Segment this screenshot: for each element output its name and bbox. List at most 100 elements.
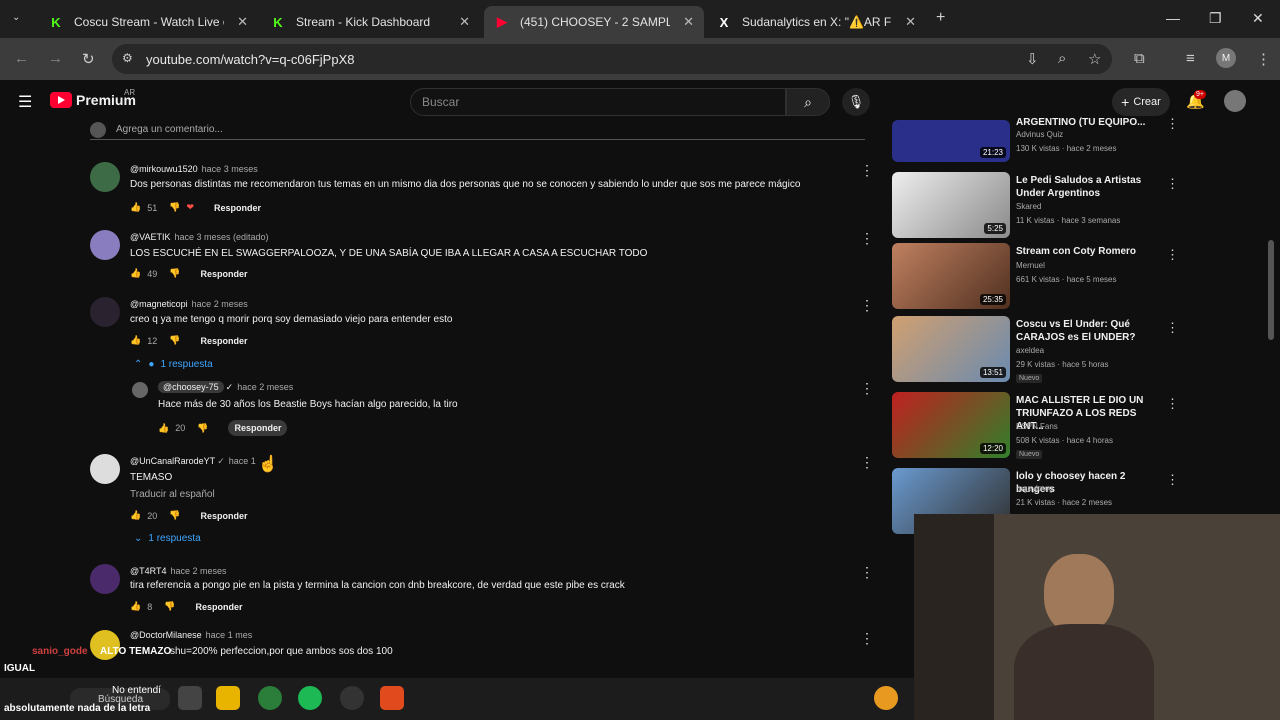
youtube-logo[interactable]: Premium AR	[50, 88, 136, 108]
video-channel[interactable]: Mernuel	[1016, 261, 1045, 270]
video-title[interactable]: Stream con Coty Romero	[1016, 245, 1156, 258]
close-icon[interactable]: ✕	[237, 14, 248, 30]
video-card[interactable]: 25:35 Stream con Coty Romero Mernuel 661…	[892, 243, 1182, 311]
close-icon[interactable]: ✕	[683, 14, 694, 30]
avatar[interactable]	[90, 454, 120, 484]
dislike-icon[interactable]: 👎	[169, 510, 180, 521]
like-icon[interactable]: 👍	[130, 601, 141, 612]
like-icon[interactable]: 👍	[158, 423, 169, 434]
video-title[interactable]: Coscu vs El Under: Qué CARAJOS es El UND…	[1016, 318, 1156, 344]
create-button[interactable]: + Crear	[1112, 88, 1170, 116]
video-thumbnail[interactable]: 21:23	[892, 120, 1010, 162]
more-icon[interactable]: ⋮	[1166, 176, 1179, 192]
profile-avatar[interactable]: M	[1216, 48, 1236, 68]
dislike-icon[interactable]: 👎	[164, 601, 175, 612]
more-icon[interactable]: ⋮	[860, 454, 874, 471]
account-avatar[interactable]	[1224, 90, 1246, 112]
more-icon[interactable]: ⋮	[1166, 396, 1179, 412]
avatar[interactable]	[90, 564, 120, 594]
avatar[interactable]	[90, 162, 120, 192]
bookmark-star-icon[interactable]: ☆	[1088, 50, 1101, 68]
dislike-icon[interactable]: 👎	[169, 335, 180, 346]
comment-time[interactable]: hace 2 meses	[237, 382, 293, 392]
comment-time[interactable]: hace 1	[229, 456, 256, 466]
video-card[interactable]: 13:51 Coscu vs El Under: Qué CARAJOS es …	[892, 316, 1182, 384]
media-icon[interactable]: ≡	[1186, 50, 1195, 67]
avatar[interactable]	[90, 297, 120, 327]
tab-kick-dashboard[interactable]: K Stream - Kick Dashboard ✕	[260, 6, 480, 38]
reply-button[interactable]: Responder	[200, 269, 247, 279]
video-title[interactable]: ARGENTINO (TU EQUIPO...	[1016, 116, 1156, 129]
tab-coscu-stream[interactable]: K Coscu Stream - Watch Live on K ✕	[38, 6, 258, 38]
site-info-icon[interactable]: ⚙	[122, 51, 133, 65]
comment-time[interactable]: hace 2 meses	[170, 566, 226, 576]
comment-author[interactable]: @choosey-75	[158, 381, 224, 393]
brave-icon[interactable]	[380, 686, 404, 710]
video-channel[interactable]: Advinus Quiz	[1016, 130, 1063, 139]
video-channel[interactable]: axeldea	[1016, 346, 1044, 355]
extensions-icon[interactable]: ⧉	[1134, 50, 1145, 67]
comment-author[interactable]: @magneticopi	[130, 299, 188, 309]
reply-button[interactable]: Responder	[228, 420, 288, 436]
chrome-icon[interactable]	[258, 686, 282, 710]
hamburger-icon[interactable]: ☰	[18, 92, 32, 112]
more-icon[interactable]: ⋮	[1166, 472, 1179, 488]
video-thumbnail[interactable]: 13:51	[892, 316, 1010, 382]
forward-icon[interactable]: →	[48, 50, 63, 67]
url-box[interactable]: ⚙ youtube.com/watch?v=q-c06FjPpX8	[112, 44, 1112, 74]
close-icon[interactable]: ✕	[459, 14, 470, 30]
video-card[interactable]: 5:25 Le Pedi Saludos a Artistas Under Ar…	[892, 172, 1182, 240]
like-icon[interactable]: 👍	[130, 202, 141, 213]
obs-icon[interactable]	[340, 686, 364, 710]
scrollbar[interactable]	[1268, 240, 1274, 340]
minimize-icon[interactable]: —	[1166, 10, 1180, 26]
comment-time[interactable]: hace 1 mes	[206, 630, 253, 640]
tab-youtube-choosey[interactable]: ▶ (451) CHOOSEY - 2 SAMPLEOS ✕	[484, 6, 704, 38]
replies-toggle[interactable]: ⌄ 1 respuesta	[134, 533, 201, 544]
more-icon[interactable]: ⋮	[1166, 320, 1179, 336]
translate-link[interactable]: Traducir al español	[130, 489, 215, 500]
tab-search-icon[interactable]: ⌄	[12, 12, 20, 23]
video-channel[interactable]: Skared	[1016, 202, 1041, 211]
more-icon[interactable]: ⋮	[860, 380, 874, 397]
video-title[interactable]: Le Pedi Saludos a Artistas Under Argenti…	[1016, 174, 1156, 200]
more-icon[interactable]: ⋮	[860, 630, 874, 647]
reply-button[interactable]: Responder	[200, 511, 247, 521]
comment-author[interactable]: @mirkouwu1520	[130, 164, 198, 174]
mic-icon[interactable]: 🎙	[842, 88, 870, 116]
like-icon[interactable]: 👍	[130, 510, 141, 521]
comment-time[interactable]: hace 2 meses	[192, 299, 248, 309]
like-icon[interactable]: 👍	[130, 335, 141, 346]
video-thumbnail[interactable]: 12:20	[892, 392, 1010, 458]
reply-button[interactable]: Responder	[214, 203, 261, 213]
menu-icon[interactable]: ⋮	[1256, 50, 1271, 68]
reply-button[interactable]: Responder	[195, 602, 242, 612]
more-icon[interactable]: ⋮	[860, 230, 874, 247]
avatar[interactable]	[90, 230, 120, 260]
window-close-icon[interactable]: ✕	[1252, 10, 1264, 27]
more-icon[interactable]: ⋮	[860, 297, 874, 314]
file-explorer-icon[interactable]	[216, 686, 240, 710]
comment-time[interactable]: hace 3 meses (editado)	[174, 232, 268, 242]
comment-author[interactable]: @VAETIK	[130, 232, 170, 242]
more-icon[interactable]: ⋮	[860, 162, 874, 179]
replies-toggle[interactable]: ⌃ ● 1 respuesta	[134, 359, 213, 370]
task-view-icon[interactable]	[178, 686, 202, 710]
comment-author[interactable]: @T4RT4	[130, 566, 166, 576]
back-icon[interactable]: ←	[14, 50, 29, 67]
dislike-icon[interactable]: 👎	[197, 423, 208, 434]
reply-button[interactable]: Responder	[200, 336, 247, 346]
reload-icon[interactable]: ↻	[82, 50, 95, 68]
more-icon[interactable]: ⋮	[860, 564, 874, 581]
comment-author[interactable]: @UnCanalRarodeYT	[130, 456, 215, 466]
dislike-icon[interactable]: 👎	[169, 268, 180, 279]
video-channel[interactable]: ESPN Fans	[1016, 422, 1058, 431]
like-icon[interactable]: 👍	[130, 268, 141, 279]
video-thumbnail[interactable]: 5:25	[892, 172, 1010, 238]
add-comment-box[interactable]: Agrega un comentario...	[90, 120, 865, 140]
tab-x-sudanalytics[interactable]: X Sudanalytics en X: "⚠️AR Franc ✕	[706, 6, 926, 38]
zoom-icon[interactable]: ⌕	[1058, 50, 1066, 67]
more-icon[interactable]: ⋮	[1166, 116, 1179, 132]
video-channel[interactable]: rageylo og	[1016, 484, 1053, 493]
video-thumbnail[interactable]: 25:35	[892, 243, 1010, 309]
